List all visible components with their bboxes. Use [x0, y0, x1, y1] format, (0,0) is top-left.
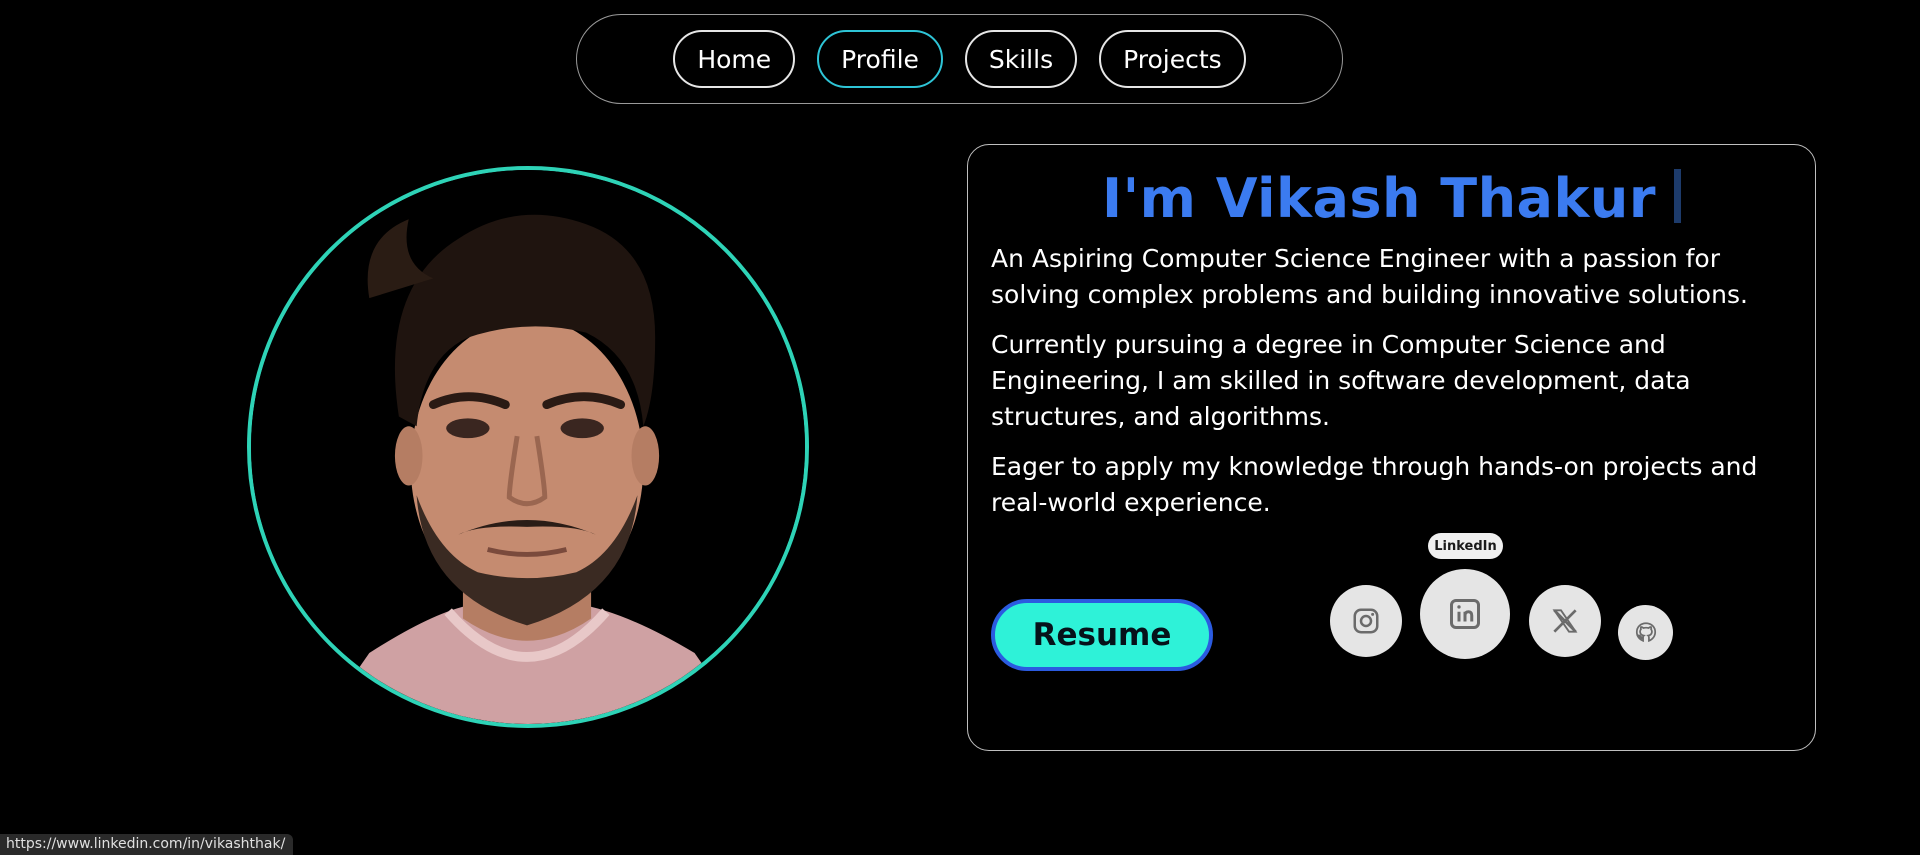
linkedin-icon [1450, 599, 1480, 629]
instagram-link[interactable] [1330, 585, 1402, 657]
github-icon [1635, 621, 1656, 642]
nav-skills-button[interactable]: Skills [964, 30, 1078, 88]
profile-card: I'm Vikash Thakur An Aspiring Computer S… [967, 144, 1816, 751]
linkedin-tooltip: LinkedIn [1428, 533, 1503, 559]
nav-profile-button[interactable]: Profile [817, 30, 943, 88]
portfolio-page: Home Profile Skills Projects I'm Vikash … [0, 0, 1920, 855]
profile-bio: An Aspiring Computer Science Engineer wi… [991, 241, 1801, 535]
linkedin-link[interactable] [1420, 569, 1510, 659]
resume-button[interactable]: Resume [991, 599, 1213, 671]
profile-photo-illustration [251, 170, 805, 724]
status-bar-url: https://www.linkedin.com/in/vikashthak/ [0, 834, 294, 855]
top-nav: Home Profile Skills Projects [576, 14, 1343, 104]
x-icon [1552, 609, 1578, 633]
headline-text: I'm Vikash Thakur [1102, 167, 1656, 230]
profile-photo [247, 166, 809, 728]
bio-paragraph: An Aspiring Computer Science Engineer wi… [991, 244, 1748, 309]
instagram-icon [1353, 608, 1379, 634]
github-link[interactable] [1618, 605, 1673, 660]
x-link[interactable] [1529, 585, 1601, 657]
bio-paragraph: Eager to apply my knowledge through hand… [991, 452, 1758, 517]
bio-paragraph: Currently pursuing a degree in Computer … [991, 330, 1691, 431]
nav-projects-button[interactable]: Projects [1099, 30, 1246, 88]
nav-home-button[interactable]: Home [673, 30, 796, 88]
typing-caret [1673, 169, 1681, 223]
profile-headline: I'm Vikash Thakur [968, 167, 1815, 230]
